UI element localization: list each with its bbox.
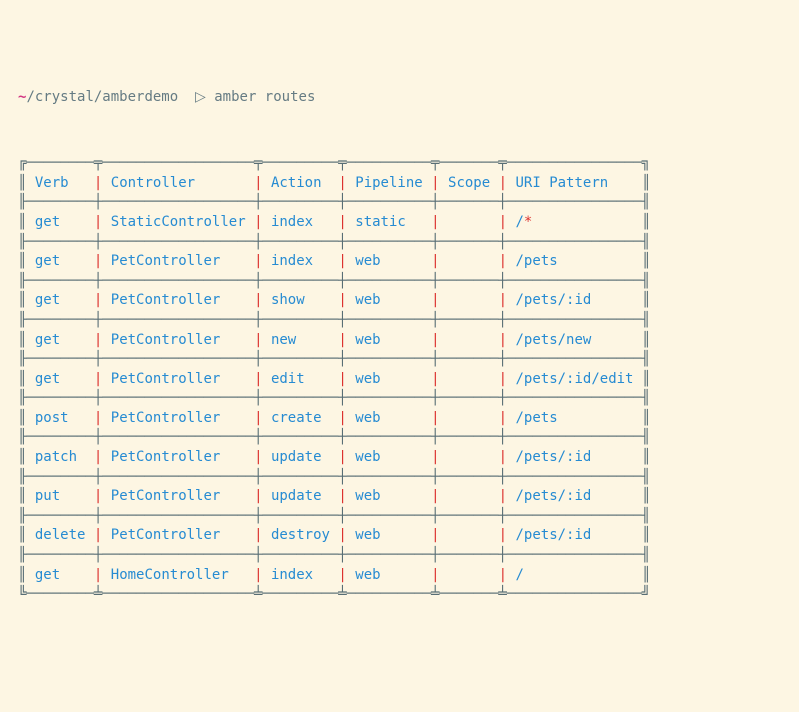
table-row: ║ delete | PetController | destroy | web… <box>18 527 650 543</box>
table-row: ║ put | PetController | update | web | |… <box>18 488 650 504</box>
cwd-path: /crystal/amberdemo <box>26 89 178 105</box>
caret-icon: ▷ <box>195 90 206 106</box>
routes-table: ╔────────╤──────────────────╤─────────╤─… <box>18 154 781 605</box>
table-row: ║ get | PetController | show | web | | /… <box>18 292 650 308</box>
table-row: ║ get | HomeController | index | web | |… <box>18 567 650 583</box>
table-row: ║ post | PetController | create | web | … <box>18 410 650 426</box>
table-row: ║ get | PetController | edit | web | | /… <box>18 371 650 387</box>
command-text: amber routes <box>214 89 315 105</box>
table-row: ║ get | StaticController | index | stati… <box>18 214 650 230</box>
table-row: ║ patch | PetController | update | web |… <box>18 449 650 465</box>
table-row: ║ get | PetController | new | web | | /p… <box>18 332 650 348</box>
table-row: ║ get | PetController | index | web | | … <box>18 253 650 269</box>
prompt-line: ~/crystal/amberdemo ▷ amber routes <box>18 88 781 109</box>
